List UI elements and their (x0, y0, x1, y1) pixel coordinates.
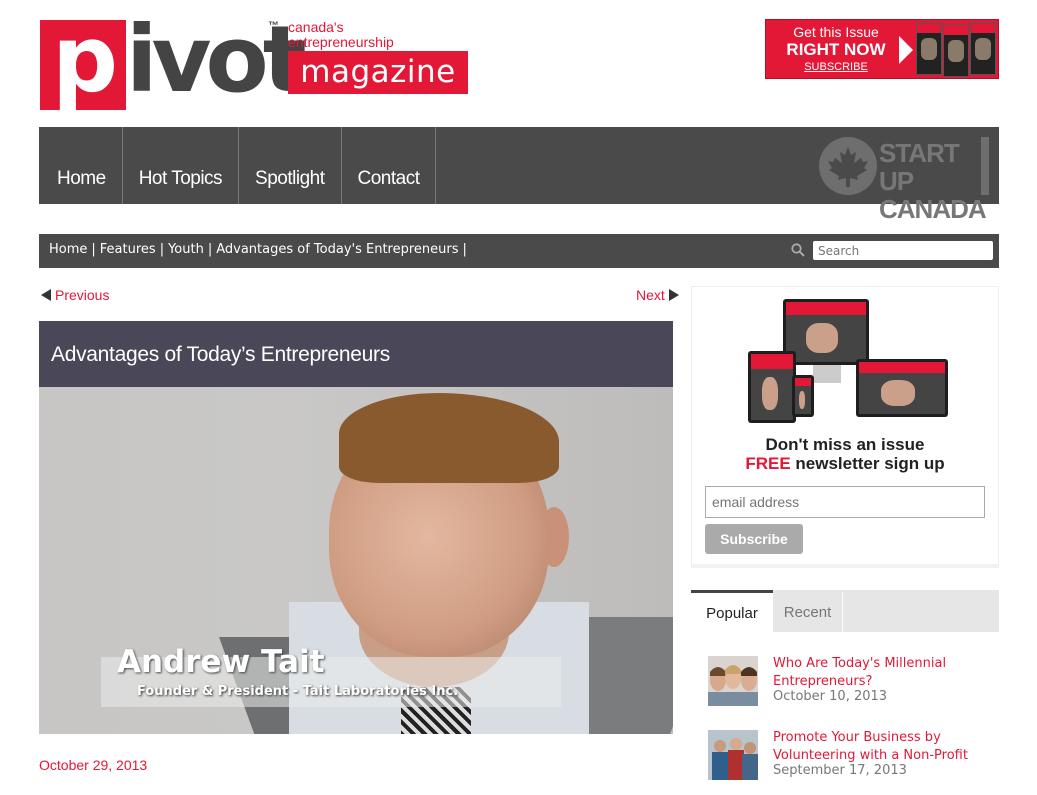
maple-leaf-icon (828, 147, 868, 187)
post-thumbnail-image (708, 656, 758, 706)
startup-text-line2: CANADA (879, 194, 987, 224)
article-date: October 29, 2013 (39, 757, 148, 773)
device-phone (792, 375, 814, 417)
next-label: Next (636, 287, 665, 303)
magazine-covers-image (916, 23, 996, 77)
breadcrumb: Home | Features | Youth | Advantages of Today'… (49, 234, 471, 266)
logo-trademark: ™ (268, 20, 279, 32)
startup-text-line1: START UP (879, 138, 960, 196)
startup-canada-logo[interactable]: START UP CANADA (819, 137, 989, 223)
promo-line1: Get this Issue (793, 24, 879, 40)
maple-leaf-badge (819, 137, 877, 195)
logo-wordmark: p ivot (40, 6, 307, 113)
logo-tagline-line1: canada's (288, 19, 344, 35)
breadcrumb-separator: | (91, 242, 96, 257)
arrow-left-icon (41, 289, 51, 301)
nav-item-hot-topics[interactable]: Hot Topics (123, 127, 240, 204)
device-laptop (856, 359, 948, 417)
magazine-cover (970, 23, 996, 75)
devices-image (748, 299, 948, 429)
startup-canada-wordmark: START UP CANADA (879, 139, 989, 223)
list-item[interactable]: Promote Your Business by Volunteering wi… (708, 730, 998, 790)
logo-tagline: canada's entrepreneurship (288, 20, 394, 50)
breadcrumb-home[interactable]: Home (49, 242, 87, 257)
breadcrumb-separator: | (207, 242, 213, 257)
newsletter-subheadline: FREE newsletter sign up (692, 454, 998, 473)
newsletter-free: FREE (745, 454, 791, 473)
newsletter-subheadline-rest: newsletter sign up (790, 454, 945, 473)
email-field[interactable] (705, 486, 985, 518)
startup-side-stripe (981, 137, 989, 195)
logo-tagline-line2: entrepreneurship (288, 34, 394, 50)
subscribe-button[interactable]: Subscribe (705, 524, 803, 554)
video-caption-role: Founder & President - Tait Laboratories … (137, 684, 459, 699)
post-date: October 10, 2013 (773, 689, 888, 704)
video-caption-name: Andrew Tait (117, 644, 325, 680)
post-thumbnail[interactable] (708, 656, 758, 706)
search-input[interactable] (813, 241, 993, 260)
post-date: September 17, 2013 (773, 763, 907, 778)
main-nav: Home Hot Topics Spotlight Contact START … (39, 127, 999, 223)
tab-recent[interactable]: Recent (773, 592, 843, 634)
magazine-cover (943, 25, 969, 77)
subscribe-promo-banner[interactable]: Get this Issue RIGHT NOW SUBSCRIBE (765, 19, 999, 79)
site-logo[interactable]: p ivot ™ canada's entrepreneurship magaz… (40, 6, 470, 113)
breadcrumb-current: Advantages of Today's Entrepreneurs (216, 242, 459, 257)
nav-item-contact[interactable]: Contact (342, 127, 437, 204)
nav-item-home[interactable]: Home (39, 127, 123, 204)
article-title-bar: Advantages of Today’s Entrepreneurs (39, 321, 673, 387)
logo-wordmark-rest: ivot (126, 6, 307, 113)
article-video[interactable]: Andrew Tait Founder & President - Tait L… (39, 387, 673, 734)
breadcrumb-separator: | (462, 242, 467, 257)
previous-link[interactable]: Previous (41, 287, 109, 303)
list-item[interactable]: Who Are Today's Millennial Entrepreneurs… (708, 656, 998, 716)
search-icon[interactable] (791, 243, 805, 257)
device-tablet (748, 351, 796, 423)
breadcrumb-features[interactable]: Features (100, 242, 156, 257)
promo-subscribe-link[interactable]: SUBSCRIBE (776, 60, 896, 74)
promo-line2: RIGHT NOW (786, 40, 886, 59)
next-link[interactable]: Next (636, 287, 679, 303)
arrow-right-icon (668, 289, 679, 301)
nav-item-spotlight[interactable]: Spotlight (239, 127, 342, 204)
newsletter-widget: Don't miss an issue FREE newsletter sign… (691, 286, 999, 568)
article-title: Advantages of Today’s Entrepreneurs (51, 343, 390, 366)
breadcrumb-bar: Home | Features | Youth | Advantages of Today'… (39, 234, 999, 268)
post-thumbnail-image (708, 730, 758, 780)
post-title-link[interactable]: Who Are Today's Millennial Entrepreneurs… (773, 655, 983, 691)
newsletter-headline: Don't miss an issue (765, 435, 925, 454)
play-arrow-icon (899, 36, 913, 64)
monitor-stand (813, 365, 841, 383)
magazine-cover (916, 23, 942, 75)
previous-label: Previous (55, 287, 110, 303)
logo-magazine-block: magazine (288, 51, 468, 94)
post-thumbnail[interactable] (708, 730, 758, 780)
breadcrumb-youth[interactable]: Youth (168, 242, 204, 257)
posts-tabs: Popular Recent (691, 590, 999, 634)
promo-text: Get this Issue RIGHT NOW SUBSCRIBE (776, 24, 896, 74)
logo-p-block: p (40, 20, 126, 110)
breadcrumb-separator: | (159, 242, 165, 257)
post-title-link[interactable]: Promote Your Business by Volunteering wi… (773, 729, 983, 765)
video-frame-shape (339, 393, 559, 483)
tab-popular[interactable]: Popular (691, 590, 773, 634)
